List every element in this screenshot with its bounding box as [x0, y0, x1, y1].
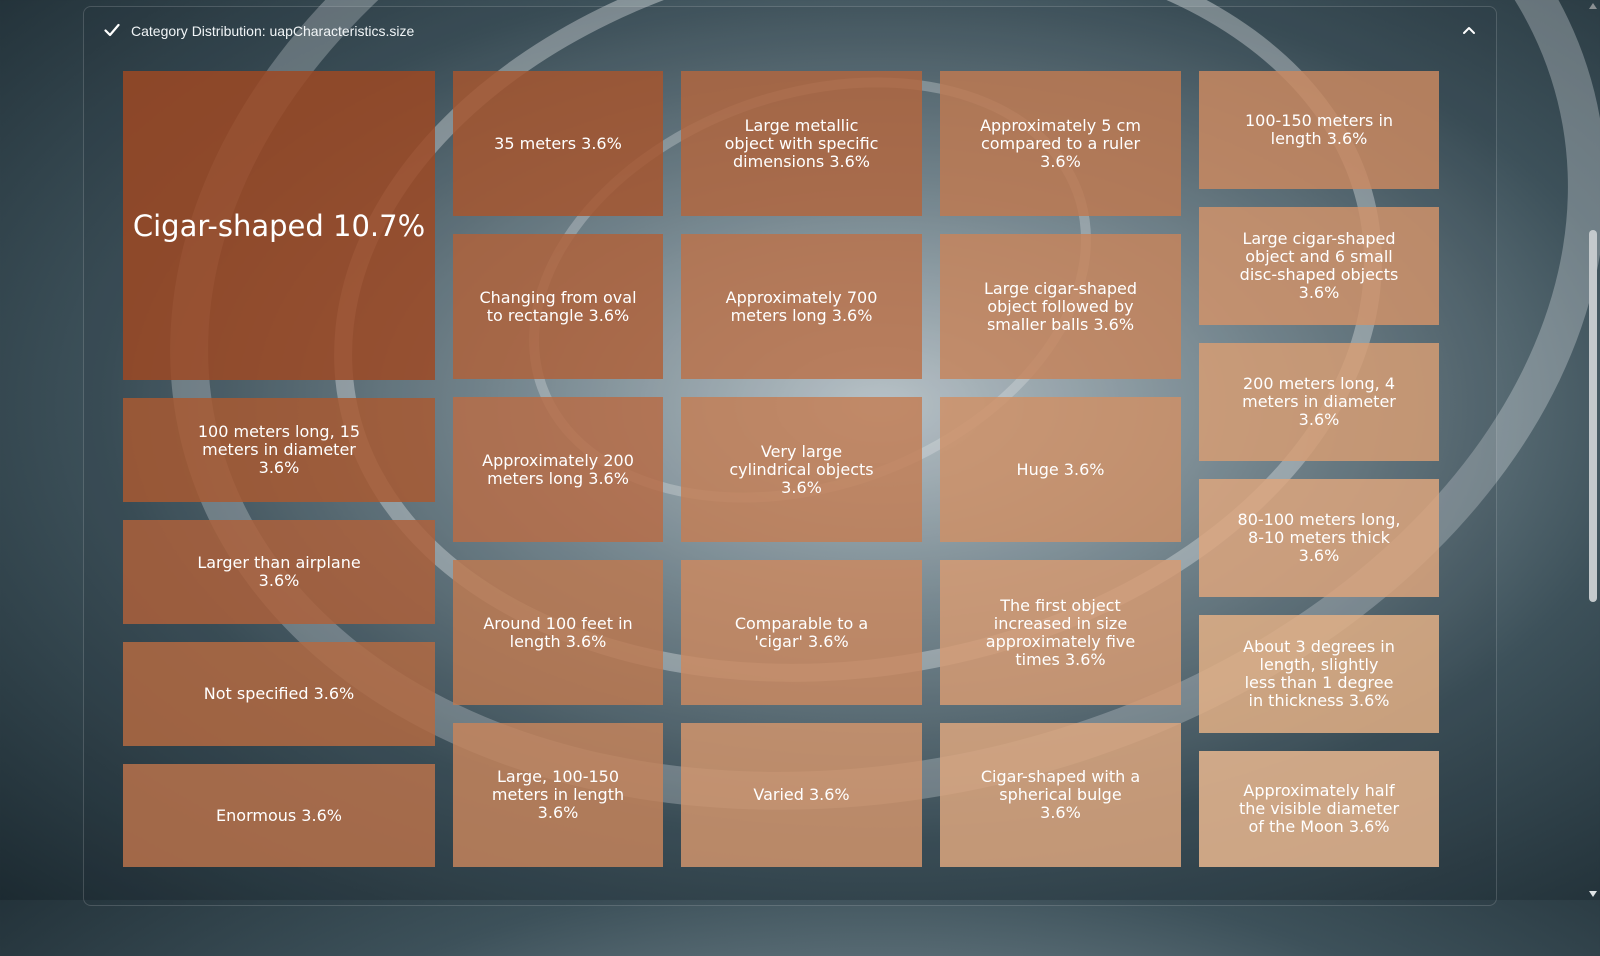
- treemap-tile[interactable]: 80-100 meters long, 8-10 meters thick 3.…: [1199, 479, 1439, 597]
- treemap-tile[interactable]: The first object increased in size appro…: [940, 560, 1181, 705]
- treemap-tile[interactable]: 35 meters 3.6%: [453, 71, 663, 216]
- treemap-tile-label: The first object increased in size appro…: [985, 595, 1136, 669]
- treemap-tile-label: Large, 100-150 meters in length 3.6%: [491, 767, 625, 822]
- treemap-tile-label: 35 meters 3.6%: [494, 133, 622, 153]
- treemap-tile[interactable]: Approximately half the visible diameter …: [1199, 751, 1439, 867]
- treemap-tile-label: Enormous 3.6%: [216, 805, 342, 825]
- scroll-up-arrow-icon[interactable]: [1589, 3, 1597, 9]
- treemap-tile[interactable]: 100 meters long, 15 meters in diameter 3…: [123, 398, 435, 502]
- panel-title: Category Distribution: uapCharacteristic…: [131, 23, 415, 39]
- treemap-tile-label: 100-150 meters in length 3.6%: [1244, 111, 1394, 148]
- treemap-tile-label: Large cigar-shaped object followed by sm…: [983, 278, 1138, 334]
- treemap-tile-label: Approximately 200 meters long 3.6%: [482, 450, 634, 488]
- treemap-tile[interactable]: Large cigar-shaped object followed by sm…: [940, 234, 1181, 379]
- treemap-tile-label: Large metallic object with specific dime…: [724, 115, 879, 171]
- treemap-tile[interactable]: Cigar-shaped 10.7%: [123, 71, 435, 380]
- treemap-tile-label: Changing from oval to rectangle 3.6%: [479, 287, 637, 325]
- treemap-tile[interactable]: Not specified 3.6%: [123, 642, 435, 746]
- treemap-tile[interactable]: Larger than airplane 3.6%: [123, 520, 435, 624]
- treemap-tile-label: Cigar-shaped 10.7%: [132, 208, 426, 243]
- treemap-chart: Cigar-shaped 10.7% 100 meters long, 15 me…: [123, 71, 1457, 867]
- treemap-tile[interactable]: Approximately 5 cm compared to a ruler 3…: [940, 71, 1181, 216]
- scroll-down-arrow-icon[interactable]: [1589, 891, 1597, 897]
- treemap-tile-label: Comparable to a 'cigar' 3.6%: [734, 613, 869, 651]
- treemap-tile[interactable]: Approximately 700 meters long 3.6%: [681, 234, 922, 379]
- treemap-tile-label: Approximately half the visible diameter …: [1238, 781, 1400, 836]
- treemap-tile[interactable]: 200 meters long, 4 meters in diameter 3.…: [1199, 343, 1439, 461]
- treemap-tile-label: 80-100 meters long, 8-10 meters thick 3.…: [1237, 510, 1401, 565]
- treemap-tile-label: Around 100 feet in length 3.6%: [483, 613, 633, 651]
- scrollbar-thumb[interactable]: [1589, 230, 1597, 602]
- treemap-tile-label: Large cigar-shaped object and 6 small di…: [1239, 229, 1399, 302]
- treemap-tile[interactable]: Varied 3.6%: [681, 723, 922, 867]
- treemap-tile-label: Larger than airplane 3.6%: [197, 553, 361, 590]
- treemap-tile-label: Approximately 700 meters long 3.6%: [725, 287, 878, 325]
- treemap-tile[interactable]: Cigar-shaped with a spherical bulge 3.6%: [940, 723, 1181, 867]
- treemap-tile-label: Not specified 3.6%: [203, 684, 355, 703]
- vertical-scrollbar[interactable]: [1586, 0, 1600, 900]
- treemap-tile[interactable]: Large metallic object with specific dime…: [681, 71, 922, 216]
- treemap-tile[interactable]: Large cigar-shaped object and 6 small di…: [1199, 207, 1439, 325]
- treemap-tile-label: Cigar-shaped with a spherical bulge 3.6%: [980, 767, 1141, 822]
- treemap-tile[interactable]: Enormous 3.6%: [123, 764, 435, 867]
- panel-header[interactable]: Category Distribution: uapCharacteristic…: [84, 7, 1496, 55]
- treemap-tile[interactable]: Very large cylindrical objects 3.6%: [681, 397, 922, 542]
- treemap-tile[interactable]: Approximately 200 meters long 3.6%: [453, 397, 663, 542]
- treemap-tile-label: About 3 degrees in length, slightly less…: [1243, 637, 1395, 710]
- treemap-tile[interactable]: Huge 3.6%: [940, 397, 1181, 542]
- treemap-tile[interactable]: Comparable to a 'cigar' 3.6%: [681, 560, 922, 705]
- treemap-tile[interactable]: Around 100 feet in length 3.6%: [453, 560, 663, 705]
- treemap-tile-label: 100 meters long, 15 meters in diameter 3…: [197, 422, 361, 477]
- page: { "header": { "title": "Category Distrib…: [0, 0, 1600, 956]
- treemap-tile-label: 200 meters long, 4 meters in diameter 3.…: [1242, 374, 1396, 429]
- treemap-tile-label: Huge 3.6%: [1016, 459, 1105, 479]
- treemap-tile[interactable]: Changing from oval to rectangle 3.6%: [453, 234, 663, 379]
- treemap-tile-label: Approximately 5 cm compared to a ruler 3…: [980, 115, 1141, 171]
- treemap-tile-label: Very large cylindrical objects 3.6%: [729, 441, 874, 497]
- treemap-tile-label: Varied 3.6%: [753, 785, 850, 804]
- treemap-tile[interactable]: About 3 degrees in length, slightly less…: [1199, 615, 1439, 733]
- treemap-tile[interactable]: 100-150 meters in length 3.6%: [1199, 71, 1439, 189]
- treemap-tile[interactable]: Large, 100-150 meters in length 3.6%: [453, 723, 663, 867]
- check-icon[interactable]: [104, 23, 120, 37]
- chevron-up-icon[interactable]: [1462, 25, 1476, 35]
